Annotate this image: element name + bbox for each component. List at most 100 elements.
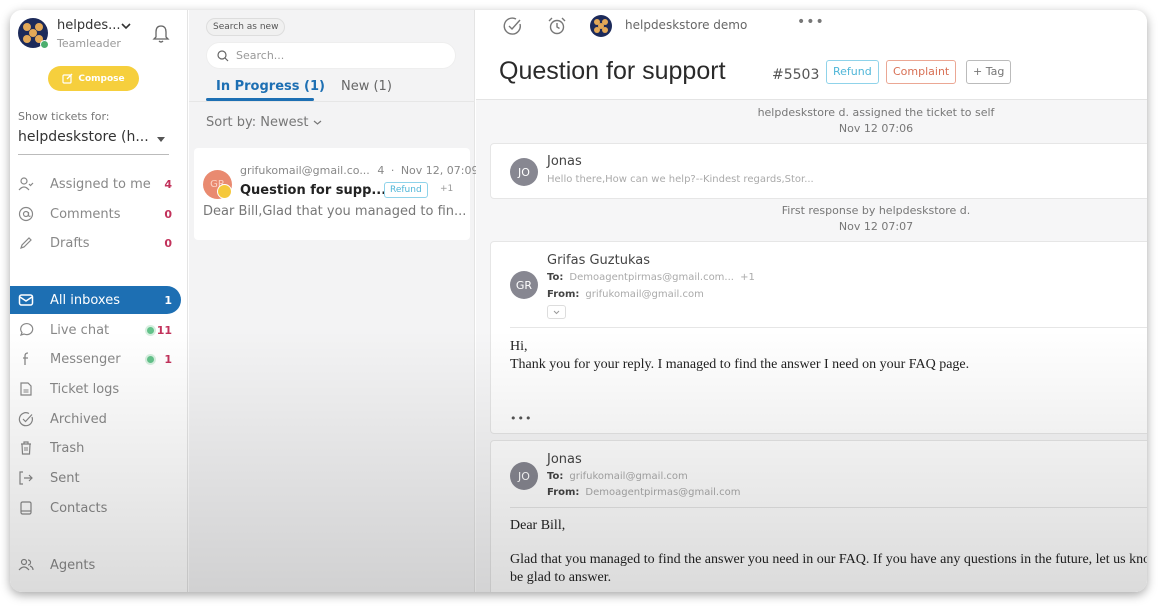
resolve-check-icon[interactable] (503, 16, 523, 36)
ticket-message-count: 4 (377, 164, 385, 177)
sidebar-item-all-inboxes[interactable]: All inboxes 1 (10, 286, 181, 314)
active-tab-indicator (206, 98, 314, 101)
sidebar-item-label: Sent (50, 470, 80, 486)
sidebar-item-label: Agents (50, 557, 96, 573)
message-preview: Hello there,How can we help?--Kindest re… (547, 174, 814, 185)
sidebar-item-archived[interactable]: Archived (10, 405, 181, 433)
sidebar-item-label: Live chat (50, 322, 110, 338)
more-options-icon[interactable]: ••• (797, 14, 825, 30)
compose-button[interactable]: Compose (48, 66, 139, 91)
ticket-status-tabs: In Progress (1) New (1) (189, 70, 475, 102)
header-divider (510, 327, 1147, 328)
tab-new[interactable]: New (1) (341, 79, 392, 94)
pencil-icon (18, 235, 34, 251)
from-address: Demoagentpirmas@gmail.com (585, 487, 741, 498)
ticket-list-item[interactable]: GR grifukomail@gmail.co... 4 · Nov 12, 0… (194, 148, 478, 240)
facebook-icon (18, 351, 34, 367)
ticket-detail-panel: helpdeskstore demo ••• Question for supp… (476, 10, 1147, 592)
message-from: From: grifukomail@gmail.com (547, 289, 704, 300)
tag-refund[interactable]: Refund (826, 60, 879, 84)
online-indicator (147, 355, 154, 363)
assigned-agent-name[interactable]: helpdeskstore demo (625, 18, 747, 32)
ticket-preview: Dear Bill,Glad that you managed to fin..… (203, 204, 467, 219)
to-label: To: (547, 272, 564, 283)
event-time: Nov 12 07:07 (838, 220, 914, 233)
sent-arrow-icon (18, 470, 34, 486)
sidebar-item-sent[interactable]: Sent (10, 464, 181, 492)
header-divider (510, 507, 1147, 508)
sidebar-item-ticket-logs[interactable]: Ticket logs (10, 375, 181, 403)
sidebar-item-contacts[interactable]: Contacts (10, 494, 181, 522)
sidebar-item-count: 1 (164, 293, 172, 307)
ticket-more-tags: +1 (440, 184, 454, 194)
body-line: Hi, (510, 339, 528, 354)
sidebar-item-drafts[interactable]: Drafts 0 (10, 229, 181, 257)
ticket-tag: Refund (384, 182, 428, 198)
chevron-down-icon (121, 23, 131, 30)
system-event: First response by helpdeskstore d. Nov 1… (476, 203, 1147, 235)
ticket-from: grifukomail@gmail.co... (240, 164, 370, 177)
sidebar-item-trash[interactable]: Trash (10, 434, 181, 462)
sender-name: Jonas (547, 452, 582, 467)
message-collapsed[interactable]: JO Jonas Hello there,How can we help?--K… (490, 143, 1147, 199)
ticket-header: Question for support #5503 Refund Compla… (476, 50, 1147, 100)
profile-name: helpdes... (57, 18, 121, 33)
body-line: Glad that you managed to find the answer… (510, 552, 1147, 567)
snooze-alarm-icon[interactable] (547, 16, 567, 36)
agents-icon (18, 557, 34, 573)
ticket-id: #5503 (772, 67, 820, 83)
sidebar-item-label: Trash (50, 440, 85, 456)
show-quoted-button[interactable]: ••• (510, 412, 532, 425)
ticket-date: Nov 12, 07:09 (400, 164, 479, 177)
body-line: be glad to answer. (510, 570, 612, 585)
tag-complaint[interactable]: Complaint (886, 60, 957, 84)
company-logo (18, 18, 49, 49)
sender-name: Grifas Guztukas (547, 253, 650, 268)
compose-label: Compose (78, 73, 125, 84)
system-event: helpdeskstore d. assigned the ticket to … (476, 105, 1147, 137)
more-recipients[interactable]: +1 (740, 272, 755, 283)
event-time: Nov 12 07:06 (838, 122, 914, 135)
trash-icon (18, 440, 34, 456)
ticket-toolbar: helpdeskstore demo ••• (476, 10, 1147, 50)
ticket-subject: Question for supp... (240, 183, 387, 198)
search-input[interactable] (236, 49, 436, 62)
sidebar-item-label: Messenger (50, 351, 121, 367)
to-address: grifukomail@gmail.com (569, 471, 688, 482)
sidebar-item-messenger[interactable]: Messenger 1 (10, 345, 181, 373)
online-status-icon (40, 40, 49, 49)
sort-dropdown[interactable]: Sort by: Newest (206, 115, 322, 130)
sender-avatar: JO (510, 462, 538, 490)
sort-label: Sort by: Newest (206, 115, 309, 130)
add-tag-button[interactable]: + Tag (966, 60, 1012, 84)
from-address: grifukomail@gmail.com (585, 289, 704, 300)
sidebar-item-live-chat[interactable]: Live chat 11 (10, 316, 181, 344)
profile-switcher[interactable]: helpdes... Teamleader (18, 18, 178, 52)
sidebar-item-label: Contacts (50, 500, 108, 516)
bell-icon[interactable] (152, 24, 170, 44)
expand-details-button[interactable] (547, 305, 566, 319)
search-field[interactable] (206, 42, 456, 69)
sidebar-item-count: 1 (164, 352, 172, 366)
sidebar-item-label: Ticket logs (50, 381, 120, 397)
message-expanded: Jonas JO To: grifukomail@gmail.com From: D… (490, 440, 1147, 592)
search-as-new-chip[interactable]: Search as new (206, 18, 286, 36)
from-label: From: (547, 487, 580, 498)
compose-icon (62, 73, 73, 84)
sidebar-item-assigned-to-me[interactable]: Assigned to me 4 (10, 170, 181, 198)
document-icon (18, 381, 34, 397)
to-label: To: (547, 471, 564, 482)
sidebar-item-comments[interactable]: Comments 0 (10, 200, 181, 228)
sidebar-item-agents[interactable]: Agents (10, 551, 181, 579)
book-icon (18, 500, 34, 516)
assigned-agent-avatar[interactable] (590, 15, 612, 37)
store-select[interactable]: helpdeskstore (h... (18, 129, 169, 155)
app-window: helpdes... Teamleader Compose Show ticke… (10, 10, 1147, 592)
sidebar-item-label: Archived (50, 411, 107, 427)
tab-in-progress[interactable]: In Progress (1) (216, 79, 325, 94)
mail-icon (18, 292, 34, 308)
event-text: First response by helpdeskstore d. (781, 204, 971, 217)
sidebar-item-label: All inboxes (50, 292, 120, 308)
check-circle-icon (18, 411, 34, 427)
chevron-down-icon (553, 310, 560, 314)
